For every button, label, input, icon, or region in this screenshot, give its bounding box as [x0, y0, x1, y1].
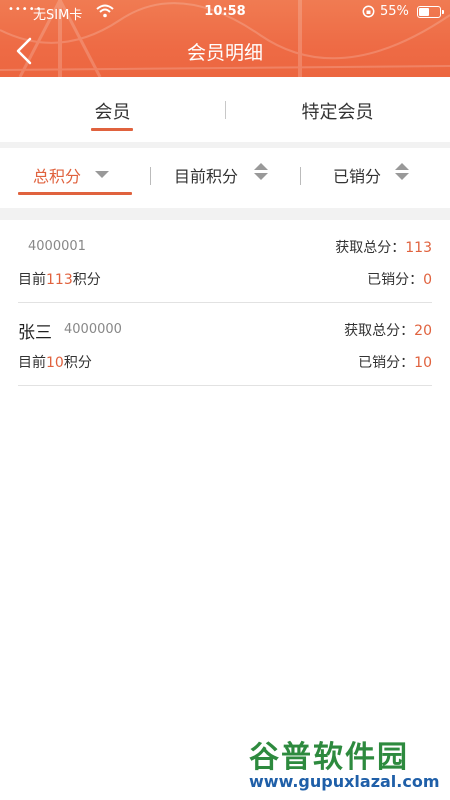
battery-nub — [442, 10, 444, 14]
sort-divider — [150, 167, 151, 185]
sort-current-label: 目前积分 — [174, 167, 239, 186]
earned-value: 20 — [414, 323, 432, 339]
sold-label: 已销分： — [358, 355, 415, 371]
triangle-down-icon — [95, 171, 109, 178]
sort-active-underline — [18, 192, 132, 195]
redeemed-points: 已销分：10 — [358, 352, 432, 372]
app-header: ••••• 无SIM卡 10:58 55% 会员明细 — [0, 0, 450, 77]
current-value: 10 — [46, 355, 64, 371]
watermark-logo: 谷普软件园 www.gupuxlazal.com — [243, 728, 450, 800]
battery-percent: 55% — [380, 4, 409, 19]
battery-fill — [419, 8, 429, 16]
list-item[interactable]: 4000001 获取总分：113 目前113积分 已销分：0 — [18, 220, 432, 303]
page-title: 会员明细 — [186, 42, 263, 64]
sort-sold-label: 已销分 — [333, 167, 382, 186]
current-prefix: 目前 — [18, 355, 46, 371]
tab-member[interactable]: 会员 — [0, 77, 225, 142]
battery-icon — [417, 6, 444, 18]
current-points: 目前113积分 — [18, 269, 101, 289]
sort-redeemed-points[interactable]: 已销分 — [305, 148, 435, 208]
tab-special-label: 特定会员 — [301, 102, 374, 123]
sort-updown-icon — [254, 163, 268, 181]
current-points: 目前10积分 — [18, 352, 92, 372]
watermark-url: www.gupuxlazal.com — [249, 772, 440, 791]
current-suffix: 积分 — [63, 355, 92, 371]
section-gap — [0, 208, 450, 220]
sold-value: 10 — [414, 355, 432, 371]
rotation-lock-icon — [362, 5, 375, 18]
member-name: 张三 — [18, 323, 52, 343]
sort-bar: 总积分 目前积分 已销分 — [0, 148, 450, 208]
tab-special-member[interactable]: 特定会员 — [225, 77, 450, 142]
status-bar: ••••• 无SIM卡 10:58 55% — [0, 0, 450, 24]
earned-total: 获取总分：113 — [335, 237, 432, 257]
current-prefix: 目前 — [18, 272, 46, 288]
member-id: 4000001 — [28, 239, 86, 254]
redeemed-points: 已销分：0 — [367, 269, 432, 289]
sort-divider — [300, 167, 301, 185]
sort-current-points[interactable]: 目前积分 — [160, 148, 290, 208]
current-suffix: 积分 — [72, 272, 101, 288]
member-tabs: 会员 特定会员 — [0, 77, 450, 142]
tab-member-label: 会员 — [94, 102, 131, 123]
sold-label: 已销分： — [367, 272, 424, 288]
earned-label: 获取总分： — [335, 240, 406, 256]
current-value: 113 — [46, 272, 73, 288]
sort-total-points[interactable]: 总积分 — [18, 148, 132, 208]
watermark-title: 谷普软件园 — [249, 740, 409, 775]
earned-value: 113 — [405, 240, 432, 256]
member-id: 4000000 — [64, 322, 122, 337]
nav-bar: 会员明细 — [0, 24, 450, 77]
sort-total-label: 总积分 — [33, 167, 82, 186]
tab-active-underline — [91, 128, 133, 131]
earned-total: 获取总分：20 — [344, 320, 432, 340]
sort-updown-icon — [395, 163, 409, 181]
list-item[interactable]: 张三 4000000 获取总分：20 目前10积分 已销分：10 — [18, 303, 432, 386]
sold-value: 0 — [423, 272, 432, 288]
earned-label: 获取总分： — [344, 323, 415, 339]
